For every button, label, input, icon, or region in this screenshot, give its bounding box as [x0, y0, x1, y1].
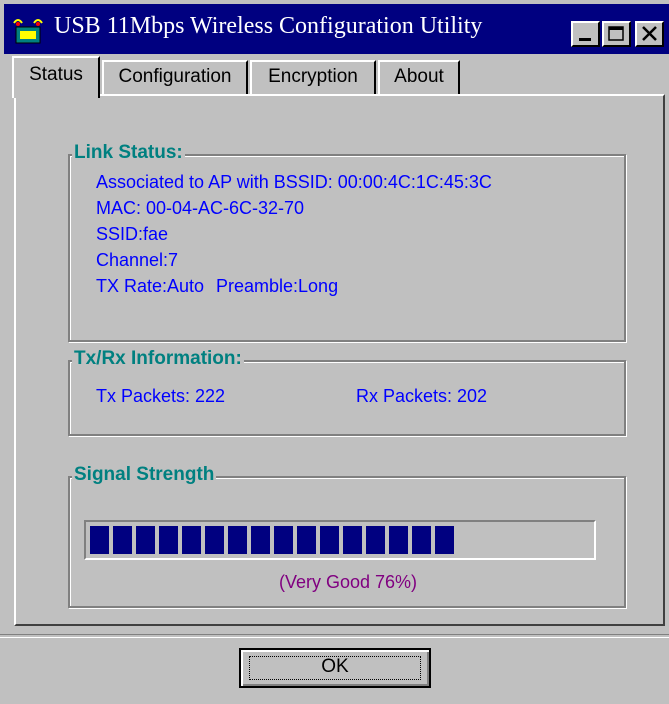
config-utility-window: USB 11Mbps Wireless Configuration Utilit… [0, 0, 669, 704]
rx-packets-text: Rx Packets: 202 [356, 386, 488, 406]
meter-segment [412, 526, 431, 554]
link-status-title: Link Status: [72, 142, 185, 164]
meter-segment [274, 526, 293, 554]
window-title: USB 11Mbps Wireless Configuration Utilit… [54, 13, 483, 39]
status-tab-panel: Link Status: Associated to AP with BSSID… [14, 94, 665, 626]
meter-segment [136, 526, 155, 554]
minimize-icon [579, 38, 591, 41]
txrx-info-group: Tx/Rx Information: Tx Packets: 222 Rx Pa… [68, 348, 626, 436]
signal-strength-title: Signal Strength [72, 464, 217, 486]
txrx-info-title: Tx/Rx Information: [72, 348, 244, 370]
maximize-icon [608, 26, 624, 41]
close-icon [642, 26, 657, 41]
link-status-group: Link Status: Associated to AP with BSSID… [68, 142, 626, 342]
bssid-text: Associated to AP with BSSID: 00:00:4C:1C… [96, 172, 492, 192]
meter-segment [435, 526, 454, 554]
wireless-adapter-icon [13, 19, 43, 44]
tab-status[interactable]: Status [12, 56, 100, 98]
meter-segment [182, 526, 201, 554]
meter-segment [297, 526, 316, 554]
ssid-text: SSID:fae [96, 224, 169, 244]
title-bar[interactable]: USB 11Mbps Wireless Configuration Utilit… [4, 4, 669, 54]
signal-quality-text: (Very Good 76%) [278, 572, 418, 592]
ok-button-label: OK [321, 656, 349, 677]
maximize-button[interactable] [602, 21, 631, 47]
meter-segment [389, 526, 408, 554]
ok-button[interactable]: OK [239, 648, 431, 688]
tx-rate-text: TX Rate:Auto [96, 276, 205, 296]
meter-segment [113, 526, 132, 554]
meter-segment [366, 526, 385, 554]
signal-strength-group: Signal Strength (Very Good 76%) [68, 464, 626, 608]
meter-segment [320, 526, 339, 554]
meter-segment [205, 526, 224, 554]
signal-meter-blocks [90, 526, 454, 554]
meter-segment [343, 526, 362, 554]
tab-about[interactable]: About [378, 60, 460, 96]
meter-segment [228, 526, 247, 554]
signal-strength-meter [84, 520, 596, 560]
channel-text: Channel:7 [96, 250, 179, 270]
tab-encryption[interactable]: Encryption [250, 60, 376, 96]
mac-text: MAC: 00-04-AC-6C-32-70 [96, 198, 305, 218]
close-button[interactable] [635, 21, 664, 47]
meter-segment [90, 526, 109, 554]
preamble-text: Preamble:Long [216, 276, 339, 296]
separator [0, 634, 669, 638]
minimize-button[interactable] [571, 21, 600, 47]
meter-segment [251, 526, 270, 554]
meter-segment [159, 526, 178, 554]
tx-packets-text: Tx Packets: 222 [96, 386, 226, 406]
tab-configuration[interactable]: Configuration [102, 60, 248, 96]
